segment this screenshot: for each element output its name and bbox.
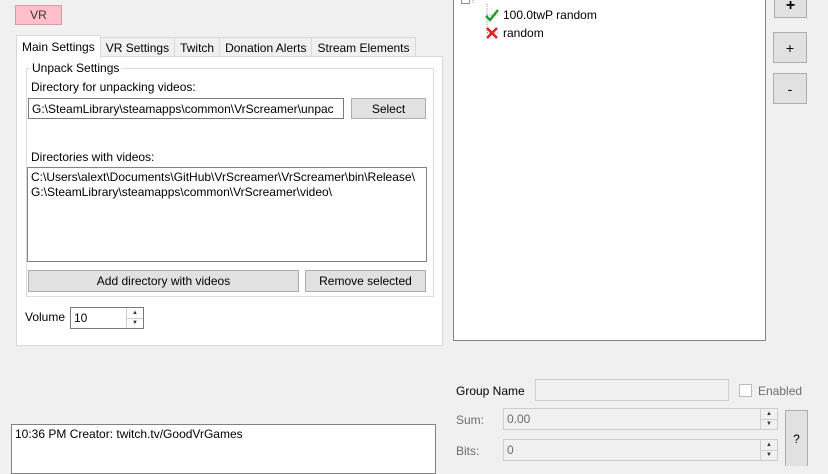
video-dirs-list[interactable]: C:\Users\alext\Documents\GitHub\VrScream… <box>27 167 427 262</box>
chevron-up-icon[interactable]: ▲ <box>761 440 777 450</box>
volume-value: 10 <box>74 311 88 325</box>
tab-main-settings[interactable]: Main Settings <box>16 35 101 58</box>
volume-spin-buttons[interactable]: ▲ ▼ <box>126 308 143 328</box>
remove-reward-button[interactable]: - <box>773 73 807 104</box>
bits-spin-buttons[interactable]: ▲ ▼ <box>760 440 777 460</box>
unpack-dir-label: Directory for unpacking videos: <box>31 80 196 94</box>
chevron-down-icon[interactable]: ▼ <box>127 317 143 328</box>
add-reward-button[interactable]: + <box>773 32 807 63</box>
tree-item[interactable]: random <box>484 24 544 42</box>
chevron-up-icon[interactable]: ▲ <box>761 409 777 419</box>
volume-label: Volume <box>25 310 66 324</box>
tree-item-label: 100.0twP random <box>503 8 597 22</box>
help-button[interactable]: ? <box>785 410 808 466</box>
chevron-up-icon[interactable]: ▲ <box>127 308 143 318</box>
tree-item[interactable]: 100.0twP random <box>484 6 597 24</box>
tab-donation-alerts[interactable]: Donation Alerts <box>219 37 313 57</box>
sum-stepper[interactable]: 0.00 ▲ ▼ <box>503 408 778 430</box>
enabled-label: Enabled <box>758 384 803 398</box>
list-item[interactable]: G:\SteamLibrary\steamapps\common\VrScrea… <box>31 185 423 200</box>
log-box[interactable]: 10:36 PM Creator: twitch.tv/GoodVrGames <box>11 424 436 474</box>
rewards-tree[interactable]: − 100.0twP random random <box>453 0 766 341</box>
chevron-down-icon[interactable]: ▼ <box>761 418 777 429</box>
select-dir-button[interactable]: Select <box>351 98 426 119</box>
add-video-dir-button[interactable]: Add directory with videos <box>28 270 299 292</box>
collapse-icon[interactable]: − <box>461 0 470 4</box>
bits-value: 0 <box>507 443 514 457</box>
list-item[interactable]: C:\Users\alext\Documents\GitHub\VrScream… <box>31 170 423 185</box>
remove-selected-button[interactable]: Remove selected <box>305 270 426 292</box>
tab-vr-settings[interactable]: VR Settings <box>99 37 176 57</box>
chevron-down-icon[interactable]: ▼ <box>761 449 777 460</box>
settings-tabs: Main Settings VR Settings Twitch Donatio… <box>16 35 416 58</box>
log-line: 10:36 PM Creator: twitch.tv/GoodVrGames <box>15 427 243 441</box>
sum-spin-buttons[interactable]: ▲ ▼ <box>760 409 777 429</box>
unpack-settings-title: Unpack Settings <box>30 61 122 75</box>
unpack-dir-input[interactable]: G:\SteamLibrary\steamapps\common\VrScrea… <box>28 98 344 119</box>
bits-stepper[interactable]: 0 ▲ ▼ <box>503 439 778 461</box>
vr-button[interactable]: VR <box>15 5 62 25</box>
bits-label: Bits: <box>456 444 480 458</box>
group-name-label: Group Name <box>456 384 525 398</box>
cross-icon <box>486 27 498 39</box>
tree-item-label: random <box>503 26 544 40</box>
group-name-input[interactable] <box>535 379 729 401</box>
add-group-button[interactable]: + <box>774 0 807 18</box>
volume-stepper[interactable]: 10 ▲ ▼ <box>70 307 144 329</box>
tab-stream-elements[interactable]: Stream Elements <box>311 37 416 57</box>
tab-twitch[interactable]: Twitch <box>174 37 221 57</box>
video-dirs-label: Directories with videos: <box>31 150 155 164</box>
sum-value: 0.00 <box>507 412 531 426</box>
check-icon <box>485 9 499 22</box>
enabled-checkbox[interactable] <box>739 384 752 397</box>
sum-label: Sum: <box>456 413 485 427</box>
